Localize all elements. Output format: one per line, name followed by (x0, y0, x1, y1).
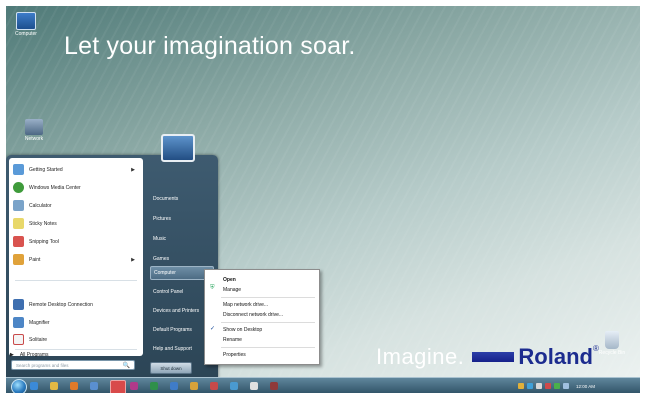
roland-mark-icon (472, 352, 515, 362)
manage-shield-icon: ⛨ (210, 285, 215, 291)
start-menu-programs-pane: Getting Started ▶ Windows Media Center C… (9, 158, 143, 356)
program-label: Magnifier (29, 319, 50, 326)
program-label: Solitaire (29, 336, 48, 343)
program-getting-started[interactable]: Getting Started ▶ (13, 162, 139, 177)
context-menu-manage[interactable]: Manage (223, 287, 241, 293)
app-icon-9[interactable] (250, 382, 258, 390)
solitaire-icon (13, 334, 24, 345)
remote-desktop-icon (13, 299, 24, 310)
search-placeholder: Search programs and files (16, 362, 69, 368)
submenu-arrow-icon: ▶ (131, 166, 135, 173)
app-icon-1[interactable] (90, 382, 98, 390)
desktop-icon-label: Computer (15, 31, 37, 37)
computer-icon (16, 12, 36, 30)
app-icon-7[interactable] (210, 382, 218, 390)
tray-icon[interactable] (518, 383, 524, 389)
tray-icon[interactable] (554, 383, 560, 389)
start-search-input[interactable]: Search programs and files 🔍 (11, 360, 135, 370)
context-menu-rename[interactable]: Rename (223, 337, 242, 343)
brand-roland-text: Roland (518, 344, 593, 369)
program-label: Calculator (29, 202, 52, 209)
roland-brand-logo: Imagine. Roland ® (376, 344, 599, 370)
program-sticky-notes[interactable]: Sticky Notes (13, 216, 139, 231)
tray-icon[interactable] (536, 383, 542, 389)
desktop-network-icon[interactable]: Network (20, 119, 48, 142)
magnifier-icon (13, 317, 24, 328)
context-menu-divider (221, 347, 315, 348)
calculator-icon (13, 200, 24, 211)
context-menu-disconnect-network-drive[interactable]: Disconnect network drive... (223, 312, 283, 318)
places-item-games[interactable]: Games (150, 252, 214, 266)
context-menu-open[interactable]: Open (223, 277, 236, 283)
snipping-tool-icon (13, 236, 24, 247)
context-menu-show-on-desktop[interactable]: Show on Desktop (223, 327, 262, 333)
sticky-notes-icon (13, 218, 24, 229)
context-menu-divider (221, 322, 315, 323)
all-programs-divider (15, 349, 137, 350)
context-menu-divider (221, 297, 315, 298)
system-tray: 12:00 AM (518, 380, 636, 392)
wallpaper-tagline: Let your imagination soar. (64, 32, 356, 60)
all-programs-arrow-icon: ▶ (10, 352, 14, 358)
ie-icon[interactable] (30, 382, 38, 390)
places-item-pictures[interactable]: Pictures (150, 212, 214, 226)
recycle-bin-icon (605, 331, 619, 349)
all-programs-button[interactable]: ▶ All Programs (10, 352, 48, 358)
app-icon-6[interactable] (190, 382, 198, 390)
brand-registered-mark: ® (592, 344, 599, 353)
program-magnifier[interactable]: Magnifier (13, 315, 139, 330)
start-menu: Getting Started ▶ Windows Media Center C… (6, 155, 218, 378)
places-item-music[interactable]: Music (150, 232, 214, 246)
app-icon-8[interactable] (230, 382, 238, 390)
places-item-documents[interactable]: Documents (150, 192, 214, 206)
context-menu-properties[interactable]: Properties (223, 352, 246, 358)
app-icon-5[interactable] (170, 382, 178, 390)
program-calculator[interactable]: Calculator (13, 198, 139, 213)
computer-context-menu: Open ⛨ Manage Map network drive... Disco… (204, 269, 320, 365)
submenu-arrow-icon: ▶ (131, 256, 135, 263)
program-label: Getting Started (29, 166, 63, 173)
desktop-computer-icon[interactable]: Computer (12, 12, 40, 37)
program-windows-media-center[interactable]: Windows Media Center (13, 180, 139, 195)
program-label: Paint (29, 256, 41, 263)
app-icon-4[interactable] (150, 382, 158, 390)
tray-icon[interactable] (563, 383, 569, 389)
program-label: Sticky Notes (29, 220, 57, 227)
media-center-icon (13, 182, 24, 193)
explorer-icon[interactable] (50, 382, 58, 390)
getting-started-icon (13, 164, 24, 175)
app-icon-3[interactable] (130, 382, 138, 390)
app-icon-2[interactable] (110, 380, 126, 393)
desktop-icon-label: Network (24, 136, 44, 142)
user-account-picture[interactable] (161, 134, 195, 162)
brand-imagine-text: Imagine. (376, 344, 465, 369)
program-label: Windows Media Center (29, 184, 81, 191)
program-paint[interactable]: Paint ▶ (13, 252, 139, 267)
taskbar-clock[interactable]: 12:00 AM (576, 384, 595, 389)
media-player-icon[interactable] (70, 382, 78, 390)
network-icon (25, 119, 43, 135)
all-programs-label: All Programs (19, 352, 49, 358)
program-label: Remote Desktop Connection (29, 301, 93, 308)
checkmark-icon: ✓ (210, 326, 216, 332)
program-snipping-tool[interactable]: Snipping Tool (13, 234, 139, 249)
context-menu-map-network-drive[interactable]: Map network drive... (223, 302, 268, 308)
tray-icon[interactable] (545, 383, 551, 389)
programs-divider (15, 280, 137, 281)
desktop[interactable]: Computer Let your imagination soar. Netw… (6, 6, 640, 393)
shut-down-button[interactable]: Shut down (150, 362, 192, 374)
program-label: Snipping Tool (29, 238, 59, 245)
program-remote-desktop[interactable]: Remote Desktop Connection (13, 297, 139, 312)
desktop-recycle-bin-icon[interactable]: Recycle Bin (598, 331, 626, 356)
search-icon[interactable]: 🔍 (123, 362, 130, 369)
tray-icon[interactable] (527, 383, 533, 389)
paint-icon (13, 254, 24, 265)
desktop-icon-label: Recycle Bin (598, 350, 626, 356)
app-icon-10[interactable] (270, 382, 278, 390)
start-button-orb[interactable] (11, 379, 27, 393)
taskbar: 12:00 AM (6, 377, 640, 393)
program-solitaire[interactable]: Solitaire (13, 332, 139, 347)
